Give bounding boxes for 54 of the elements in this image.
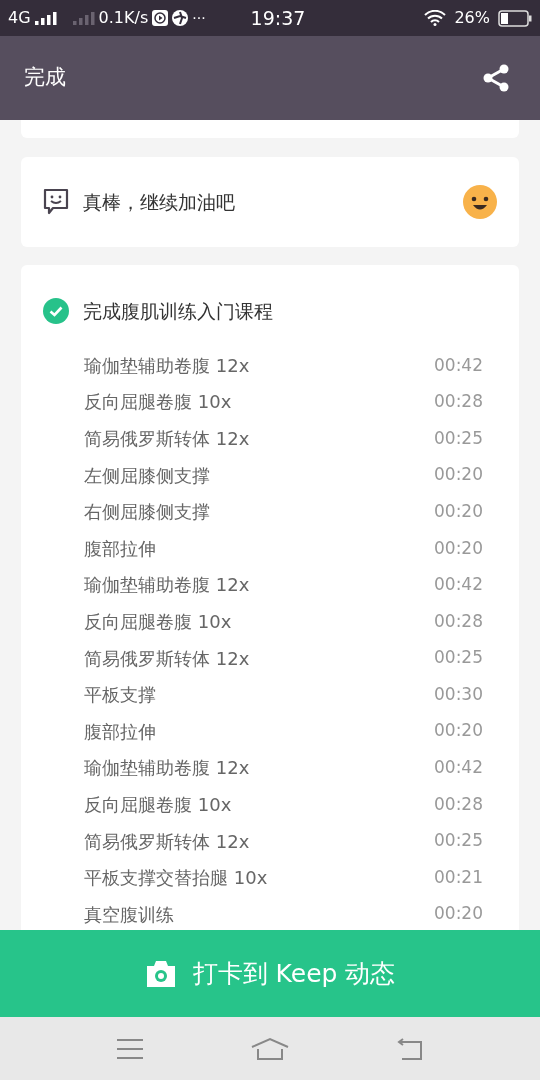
exercise-duration: 00:28 [434,792,483,816]
exercise-duration: 00:42 [434,353,483,377]
network-speed: 0.1K/s [98,7,149,29]
exercise-duration: 00:30 [434,682,483,706]
exercise-name: 反向屈腿卷腹 10x [84,390,232,415]
app-icon [172,10,189,26]
exercise-name: 瑜伽垫辅助卷腹 12x [84,573,250,598]
more-notifications: ··· [192,8,206,28]
exercise-name: 左侧屈膝侧支撑 [84,463,210,488]
exercise-duration: 00:20 [434,463,483,487]
home-icon [251,1036,289,1061]
signal-icon [34,11,57,25]
exercise-name: 腹部拉伸 [84,719,156,744]
exercise-name: 简易俄罗斯转体 12x [84,646,250,671]
exercise-name: 简易俄罗斯转体 12x [84,829,250,854]
smiley-icon [463,185,497,219]
exercise-duration: 00:21 [434,865,483,889]
exercise-name: 反向屈腿卷腹 10x [84,792,232,817]
exercise-name: 平板支撑 [84,683,156,708]
clock: 19:37 [249,5,307,31]
network-type: 4G [8,7,31,29]
exercise-duration: 00:25 [434,426,483,450]
wifi-icon [424,10,447,26]
exercise-name: 真空腹训练 [84,902,174,927]
exercise-duration: 00:20 [434,719,483,743]
page-title: 完成 [24,64,66,92]
encouragement-text: 真棒，继续加油吧 [83,189,236,215]
back-icon [397,1036,423,1061]
exercise-duration: 00:20 [434,902,483,926]
exercise-name: 右侧屈膝侧支撑 [84,500,210,525]
exercise-name: 瑜伽垫辅助卷腹 12x [84,756,250,781]
exercise-duration: 00:42 [434,573,483,597]
exercise-duration: 00:42 [434,756,483,780]
course-title: 完成腹肌训练入门课程 [83,298,273,324]
exercise-duration: 00:28 [434,609,483,633]
share-icon [482,63,510,93]
exercise-duration: 00:20 [434,499,483,523]
battery-percent: 26% [454,7,490,29]
chat-smile-icon [43,188,69,216]
menu-icon [116,1037,144,1060]
battery-icon [498,9,532,27]
exercise-duration: 00:20 [434,536,483,560]
exercise-duration: 00:25 [434,646,483,670]
exercise-duration: 00:25 [434,829,483,853]
play-icon [152,10,169,26]
exercise-duration: 00:28 [434,390,483,414]
checkin-button[interactable]: 打卡到 Keep 动态 [0,930,540,1017]
exercise-name: 平板支撑交替抬腿 10x [84,866,268,891]
exercise-name: 瑜伽垫辅助卷腹 12x [84,353,250,378]
camera-icon [144,958,177,989]
exercise-name: 反向屈腿卷腹 10x [84,609,232,634]
exercise-name: 简易俄罗斯转体 12x [84,427,250,451]
exercise-name: 腹部拉伸 [84,536,156,561]
signal-icon [72,11,95,25]
